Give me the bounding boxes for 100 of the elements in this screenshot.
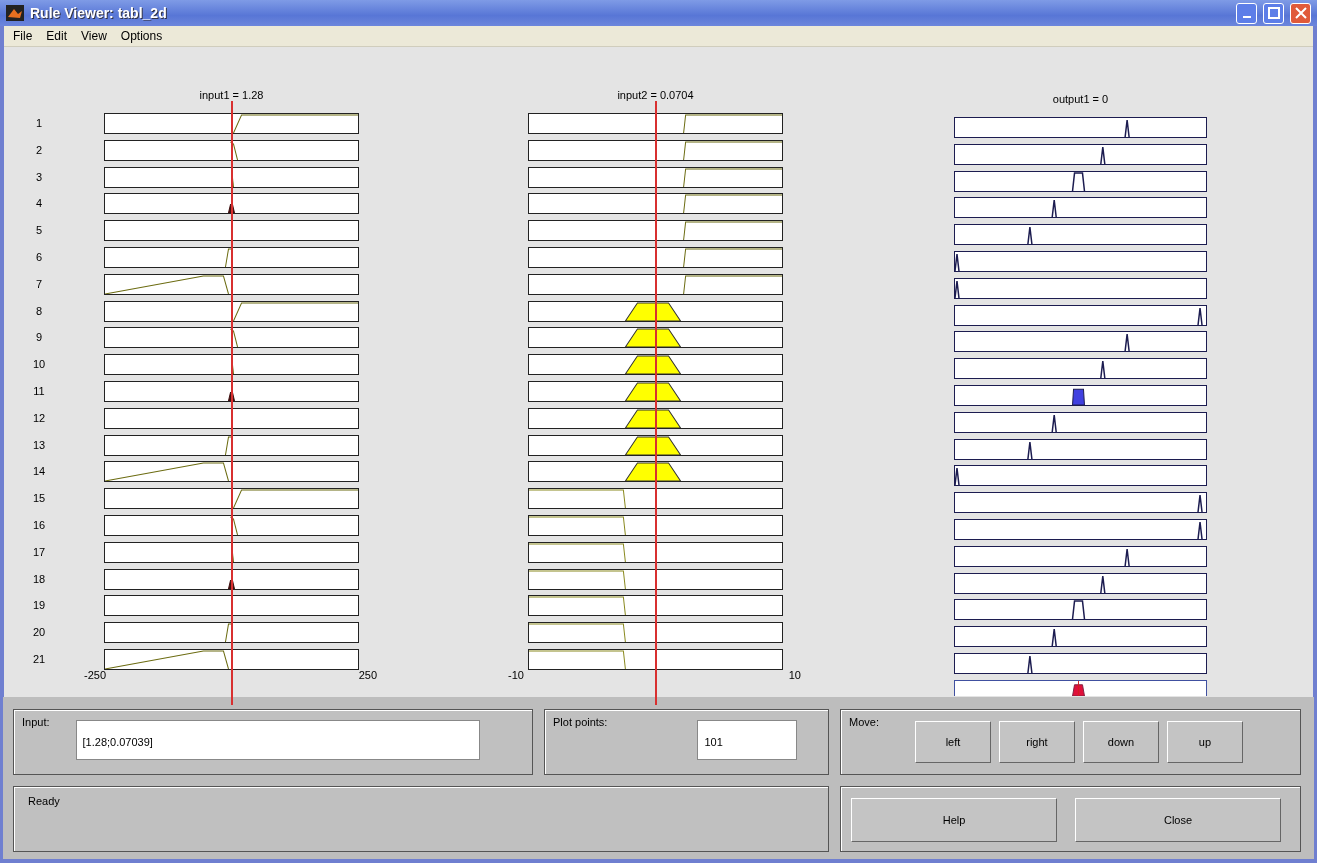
membership-plot[interactable] (104, 434, 359, 456)
membership-plot[interactable] (954, 652, 1207, 674)
rule-number: 5 (34, 223, 44, 239)
membership-plot[interactable] (104, 595, 359, 617)
move-label: Move: (849, 716, 879, 728)
move-button[interactable]: up (1166, 721, 1243, 763)
rule-number: 9 (34, 330, 44, 346)
maximize-button[interactable] (1263, 2, 1284, 24)
membership-plot[interactable] (954, 143, 1207, 165)
menu-item[interactable]: View (76, 29, 112, 43)
membership-plot[interactable] (528, 327, 783, 349)
rule-number: 11 (32, 383, 46, 399)
membership-plot[interactable] (528, 273, 783, 295)
menu-item[interactable]: Edit (41, 29, 73, 43)
membership-plot[interactable] (954, 304, 1207, 326)
axis-tick-label: -10 (508, 668, 524, 681)
membership-plot[interactable] (104, 407, 359, 429)
membership-plot[interactable] (104, 113, 359, 134)
membership-plot[interactable] (528, 514, 783, 536)
rule-number: 17 (31, 544, 47, 560)
membership-plot[interactable] (528, 461, 783, 483)
membership-plot[interactable] (104, 247, 359, 268)
membership-plot[interactable] (954, 170, 1207, 192)
membership-plot[interactable] (528, 622, 783, 644)
plot-points-field[interactable]: 101 (697, 720, 798, 760)
dialog-button[interactable]: Help (851, 798, 1057, 842)
membership-plot[interactable] (528, 488, 783, 510)
minimize-button[interactable] (1236, 2, 1257, 24)
move-button[interactable]: down (1082, 721, 1159, 763)
axis-tick-label: 250 (358, 668, 377, 681)
close-icon (1294, 7, 1307, 19)
membership-plot[interactable] (954, 545, 1207, 567)
membership-plot[interactable] (104, 327, 359, 349)
rule-number: 6 (34, 250, 44, 265)
rule-number: 2 (34, 142, 44, 158)
input-marker-line[interactable] (654, 101, 657, 705)
rule-number: 3 (34, 169, 44, 185)
membership-plot[interactable] (528, 193, 783, 215)
membership-plot[interactable] (104, 648, 359, 670)
rule-number: 21 (31, 651, 47, 667)
rule-number: 4 (34, 196, 44, 212)
membership-plot[interactable] (954, 197, 1207, 219)
move-button[interactable]: right (998, 721, 1075, 763)
membership-plot[interactable] (954, 599, 1207, 621)
rule-number: 1 (34, 116, 44, 131)
membership-plot[interactable] (528, 300, 783, 322)
membership-plot[interactable] (104, 380, 359, 402)
membership-plot[interactable] (528, 247, 783, 268)
rule-number: 18 (31, 571, 47, 587)
rule-number: 19 (31, 598, 47, 614)
maximize-icon (1267, 7, 1280, 19)
plot-title: input2 = 0.0704 (616, 88, 695, 103)
membership-plot[interactable] (954, 465, 1207, 487)
minimize-icon (1242, 16, 1251, 18)
membership-plot[interactable] (954, 518, 1207, 540)
dialog-button[interactable]: Close (1075, 798, 1281, 842)
membership-plot[interactable] (954, 251, 1207, 272)
rule-number: 16 (31, 517, 47, 533)
membership-plot[interactable] (104, 568, 359, 590)
membership-plot[interactable] (954, 626, 1207, 648)
input-marker-line[interactable] (230, 101, 233, 705)
close-button[interactable] (1290, 2, 1311, 24)
menu-item[interactable]: Options (115, 29, 168, 43)
membership-plot[interactable] (104, 193, 359, 215)
membership-plot[interactable] (104, 622, 359, 644)
membership-plot[interactable] (528, 113, 783, 134)
membership-plot[interactable] (104, 514, 359, 536)
membership-plot[interactable] (528, 541, 783, 563)
menu-item[interactable]: File (8, 29, 38, 43)
membership-plot[interactable] (954, 572, 1207, 594)
membership-plot[interactable] (954, 331, 1207, 353)
membership-plot[interactable] (528, 434, 783, 456)
membership-plot[interactable] (104, 300, 359, 322)
membership-plot[interactable] (528, 648, 783, 670)
plot-points-label: Plot points: (553, 716, 608, 728)
membership-plot[interactable] (954, 492, 1207, 514)
membership-plot[interactable] (104, 488, 359, 510)
membership-plot[interactable] (954, 438, 1207, 460)
membership-plot[interactable] (104, 139, 359, 161)
membership-plot[interactable] (528, 166, 783, 188)
membership-plot[interactable] (954, 224, 1207, 246)
membership-plot[interactable] (528, 595, 783, 617)
membership-plot[interactable] (954, 411, 1207, 433)
membership-plot[interactable] (954, 358, 1207, 380)
membership-plot[interactable] (528, 139, 783, 161)
input-field[interactable]: [1.28;0.07039] (75, 720, 480, 760)
membership-plot[interactable] (954, 384, 1207, 406)
move-button[interactable]: left (914, 721, 991, 763)
membership-plot[interactable] (104, 273, 359, 295)
membership-plot[interactable] (104, 461, 359, 483)
membership-plot[interactable] (954, 277, 1207, 299)
membership-plot[interactable] (104, 220, 359, 242)
membership-plot[interactable] (528, 407, 783, 429)
membership-plot[interactable] (528, 568, 783, 590)
window-title: Rule Viewer: tabl_2d (30, 5, 168, 21)
membership-plot[interactable] (528, 354, 783, 376)
membership-plot[interactable] (528, 380, 783, 402)
plot-title: output1 = 0 (1051, 92, 1110, 107)
membership-plot[interactable] (954, 117, 1207, 138)
membership-plot[interactable] (528, 220, 783, 242)
